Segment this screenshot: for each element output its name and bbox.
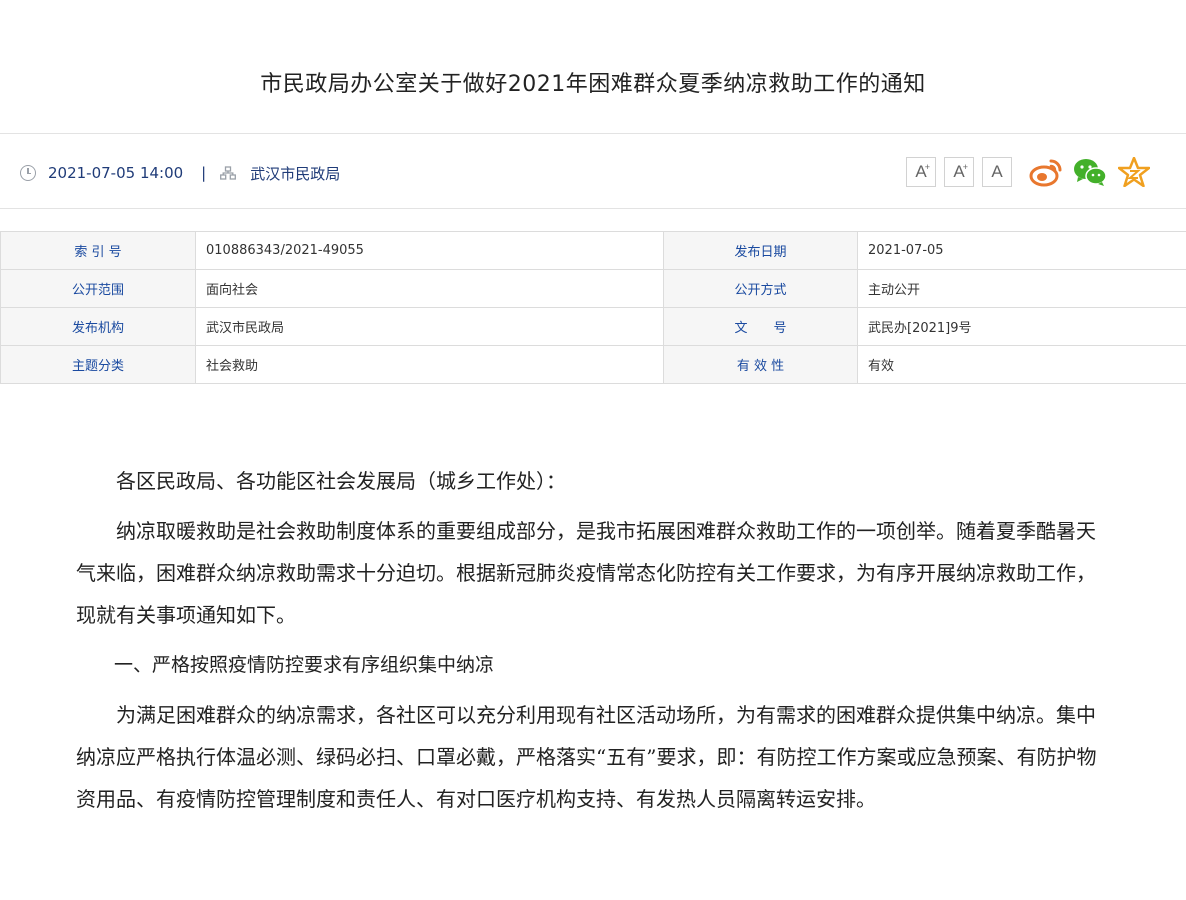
section-heading: 一、严格按照疫情防控要求有序组织集中纳凉 bbox=[114, 654, 495, 676]
topic-label: 主题分类 bbox=[0, 345, 196, 384]
clock-icon bbox=[20, 165, 36, 181]
wechat-icon bbox=[1074, 159, 1107, 186]
table-row: 公开范围 面向社会 公开方式 主动公开 bbox=[0, 269, 1186, 308]
weibo-share-button[interactable] bbox=[1028, 154, 1064, 190]
body-paragraph: 纳凉取暖救助是社会救助制度体系的重要组成部分，是我市拓展困难群众救助工作的一项创… bbox=[76, 519, 1096, 627]
docno-value: 武民办[2021]9号 bbox=[857, 307, 1186, 346]
index-value: 010886343/2021-49055 bbox=[195, 231, 664, 270]
divider-meta bbox=[0, 208, 1186, 209]
page-title: 市民政局办公室关于做好2021年困难群众夏季纳凉救助工作的通知 bbox=[260, 72, 926, 97]
document-info-table: 索 引 号 010886343/2021-49055 发布日期 2021-07-… bbox=[0, 231, 1186, 384]
article-meta: 2021-07-05 14:00 | 武汉市民政局 bbox=[20, 156, 340, 190]
meta-separator: | bbox=[201, 164, 207, 182]
publish-date-label: 发布日期 bbox=[663, 231, 858, 270]
font-size-small-button[interactable]: A bbox=[982, 157, 1012, 187]
validity-value: 有效 bbox=[857, 345, 1186, 384]
publish-datetime: 2021-07-05 14:00 bbox=[48, 164, 184, 182]
font-size-medium-button[interactable]: A + bbox=[944, 157, 974, 187]
publish-date-value: 2021-07-05 bbox=[857, 231, 1186, 270]
favorite-button[interactable] bbox=[1116, 154, 1152, 190]
divider-top bbox=[0, 133, 1186, 134]
org-value: 武汉市民政局 bbox=[195, 307, 664, 346]
docno-label: 文 号 bbox=[663, 307, 858, 346]
method-value: 主动公开 bbox=[857, 269, 1186, 308]
method-label: 公开方式 bbox=[663, 269, 858, 308]
salutation: 各区民政局、各功能区社会发展局（城乡工作处）： bbox=[116, 469, 566, 493]
index-label: 索 引 号 bbox=[0, 231, 196, 270]
scope-label: 公开范围 bbox=[0, 269, 196, 308]
topic-value: 社会救助 bbox=[195, 345, 664, 384]
wechat-share-button[interactable] bbox=[1072, 154, 1108, 190]
font-size-large-button[interactable]: A + bbox=[906, 157, 936, 187]
table-row: 主题分类 社会救助 有 效 性 有效 bbox=[0, 345, 1186, 384]
table-row: 索 引 号 010886343/2021-49055 发布日期 2021-07-… bbox=[0, 231, 1186, 270]
table-row: 发布机构 武汉市民政局 文 号 武民办[2021]9号 bbox=[0, 307, 1186, 346]
article-toolbar: A + A + A bbox=[906, 154, 1152, 190]
publisher-name: 武汉市民政局 bbox=[250, 164, 341, 183]
validity-label: 有 效 性 bbox=[663, 345, 858, 384]
weibo-icon bbox=[1029, 159, 1062, 187]
org-label: 发布机构 bbox=[0, 307, 196, 346]
body-paragraph: 为满足困难群众的纳凉需求，各社区可以充分利用现有社区活动场所，为有需求的困难群众… bbox=[76, 703, 1097, 811]
article-body: 各区民政局、各功能区社会发展局（城乡工作处）： 纳凉取暖救助是社会救助制度体系的… bbox=[76, 460, 1106, 828]
favorite-star-icon bbox=[1118, 157, 1150, 187]
organization-icon bbox=[220, 166, 237, 180]
scope-value: 面向社会 bbox=[195, 269, 664, 308]
